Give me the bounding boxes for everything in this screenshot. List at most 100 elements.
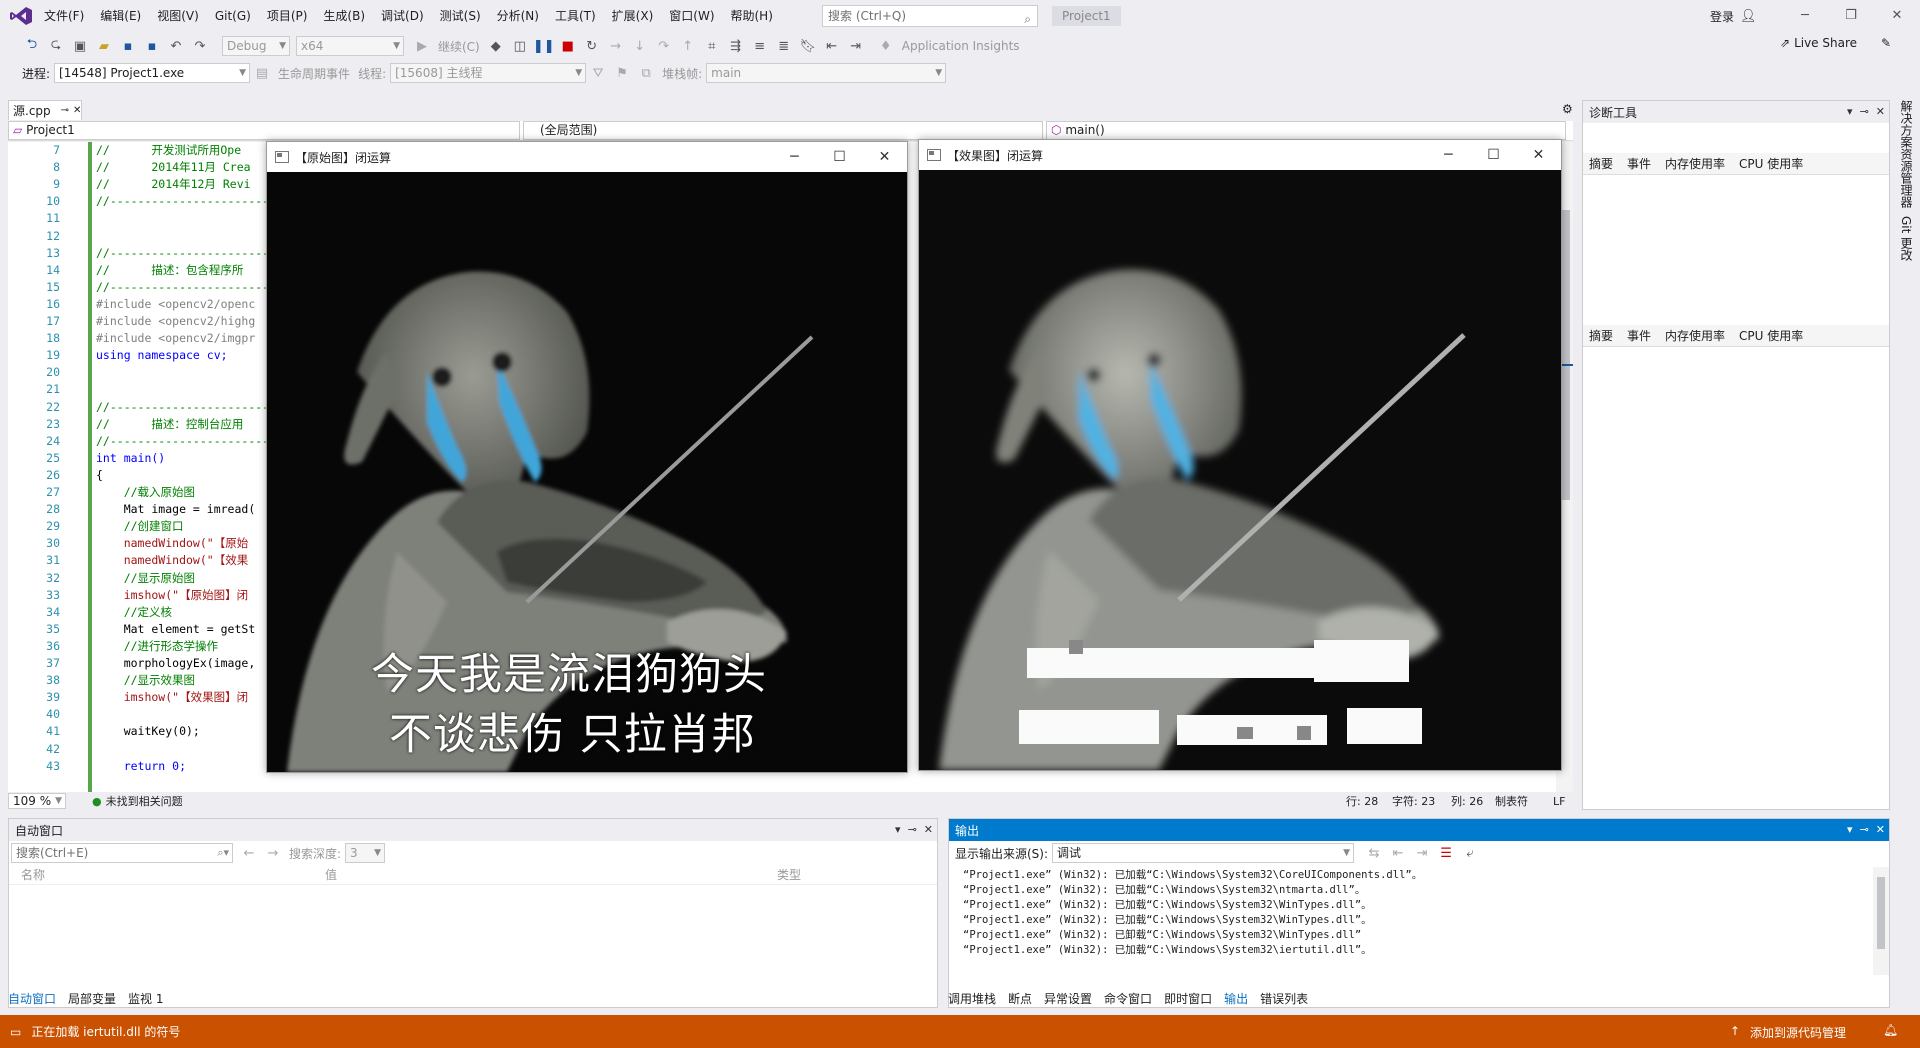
- lifecycle-events-button[interactable]: 生命周期事件: [278, 65, 350, 82]
- feedback-icon[interactable]: ✎: [1881, 36, 1891, 50]
- step-into-icon[interactable]: ↓: [630, 36, 650, 56]
- zoom-dropdown[interactable]: 109 % ▼: [8, 793, 66, 809]
- code-line[interactable]: Mat element = getSt: [96, 621, 256, 638]
- configuration-dropdown[interactable]: Debug ▼: [222, 36, 290, 56]
- col-type[interactable]: 类型: [777, 866, 801, 883]
- menu-item[interactable]: 工具(T): [547, 0, 604, 32]
- search-depth-dropdown[interactable]: 3 ▼: [345, 843, 386, 863]
- redo-icon[interactable]: ↷: [190, 36, 210, 56]
- stop-icon[interactable]: ■: [558, 36, 578, 56]
- forward-icon[interactable]: ⮎: [46, 36, 66, 56]
- code-line[interactable]: imshow("【效果图】闭: [96, 689, 248, 706]
- code-line[interactable]: //-----------------------: [96, 399, 269, 416]
- diagnostics-tab[interactable]: 摘要: [1589, 327, 1613, 344]
- code-line[interactable]: // 2014年12月 Revi: [96, 176, 251, 193]
- code-line[interactable]: namedWindow("【效果: [96, 552, 249, 569]
- restore-button[interactable]: ❐: [1828, 0, 1874, 32]
- debug-tab[interactable]: 异常设置: [1044, 990, 1092, 1007]
- find-message-icon[interactable]: ⇆: [1364, 843, 1384, 863]
- code-line[interactable]: //进行形态学操作: [96, 638, 218, 655]
- minimize-button[interactable]: ─: [772, 142, 817, 172]
- add-to-source-control-button[interactable]: 添加到源代码管理: [1750, 1024, 1846, 1041]
- pause-icon[interactable]: ❚❚: [533, 36, 555, 56]
- close-tab-icon[interactable]: ✕: [73, 102, 81, 120]
- original-image-window[interactable]: 【原始图】闭运算 ─ ☐ ✕ 今天我是流泪狗狗头 不谈悲伤 只拉肖邦: [266, 141, 908, 773]
- window-title-bar[interactable]: 【效果图】闭运算 ─ ☐ ✕: [919, 140, 1561, 170]
- show-next-statement-icon[interactable]: →: [606, 36, 626, 56]
- dropdown-icon[interactable]: ▾: [1847, 823, 1853, 836]
- code-line[interactable]: //-----------------------: [96, 193, 269, 210]
- play-icon[interactable]: ▶: [412, 36, 432, 56]
- output-text[interactable]: “Project1.exe” (Win32): 已加载“C:\Windows\S…: [949, 865, 1889, 965]
- next-message-icon[interactable]: ⇥: [1412, 843, 1432, 863]
- tab-source-cpp[interactable]: 源.cpp ⊸ ✕: [8, 100, 82, 120]
- upload-icon[interactable]: ↑: [1730, 1024, 1740, 1038]
- process-dropdown[interactable]: [14548] Project1.exe ▼: [54, 63, 251, 83]
- code-line[interactable]: //显示效果图: [96, 672, 195, 689]
- close-button[interactable]: ✕: [1516, 140, 1561, 170]
- live-share-button[interactable]: Live Share: [1794, 36, 1857, 50]
- minimize-button[interactable]: ─: [1782, 0, 1828, 32]
- diagnostics-tab[interactable]: 摘要: [1589, 155, 1613, 172]
- step-out-icon[interactable]: ↑: [678, 36, 698, 56]
- debug-tab[interactable]: 调用堆栈: [948, 990, 996, 1007]
- platform-dropdown[interactable]: x64 ▼: [296, 36, 404, 56]
- code-line[interactable]: int main(): [96, 450, 165, 467]
- debug-tab[interactable]: 错误列表: [1260, 990, 1308, 1007]
- code-line[interactable]: namedWindow("【原始: [96, 535, 249, 552]
- maximize-button[interactable]: ☐: [1471, 140, 1516, 170]
- settings-icon[interactable]: ⚙: [1562, 102, 1573, 116]
- bookmark-icon[interactable]: 🔖︎: [798, 36, 818, 56]
- autos-tab[interactable]: 监视 1: [128, 990, 163, 1007]
- col-value[interactable]: 值: [325, 866, 337, 883]
- threads-icon[interactable]: ⇶: [726, 36, 746, 56]
- hex-icon[interactable]: ⌗: [702, 36, 722, 56]
- login-link[interactable]: 登录: [1710, 8, 1734, 25]
- code-line[interactable]: #include <opencv2/openc: [96, 296, 255, 313]
- debug-tab[interactable]: 即时窗口: [1164, 990, 1212, 1007]
- code-line[interactable]: waitKey(0);: [96, 723, 200, 740]
- code-line[interactable]: {: [96, 467, 103, 484]
- menu-item[interactable]: 扩展(X): [604, 0, 662, 32]
- code-line[interactable]: //创建窗口: [96, 518, 184, 535]
- issues-status[interactable]: 未找到相关问题: [106, 793, 183, 809]
- menu-item[interactable]: 窗口(W): [661, 0, 722, 32]
- maximize-button[interactable]: ☐: [817, 142, 862, 172]
- save-all-icon[interactable]: ▪: [142, 36, 162, 56]
- dropdown-icon[interactable]: ▾: [895, 823, 901, 836]
- code-line[interactable]: //载入原始图: [96, 484, 195, 501]
- menu-item[interactable]: 项目(P): [259, 0, 316, 32]
- diagnostics-tab[interactable]: CPU 使用率: [1739, 327, 1803, 344]
- restart-icon[interactable]: ↻: [582, 36, 602, 56]
- autos-tab[interactable]: 自动窗口: [8, 990, 56, 1007]
- output-source-dropdown[interactable]: 调试 ▼: [1052, 843, 1355, 863]
- code-line[interactable]: // 开发测试所用Ope: [96, 142, 241, 159]
- filter-icon[interactable]: ⛛: [588, 63, 608, 83]
- back-icon[interactable]: ←: [239, 843, 259, 863]
- undo-icon[interactable]: ↶: [166, 36, 186, 56]
- output-scrollbar[interactable]: [1873, 867, 1889, 975]
- stack-frame-dropdown[interactable]: main ▼: [706, 63, 947, 83]
- stack-icon[interactable]: ⧉: [636, 63, 656, 83]
- menu-item[interactable]: 调试(D): [373, 0, 432, 32]
- menu-item[interactable]: 分析(N): [489, 0, 547, 32]
- prev-bookmark-icon[interactable]: ⇤: [822, 36, 842, 56]
- next-bookmark-icon[interactable]: ⇥: [846, 36, 866, 56]
- autos-tab[interactable]: 局部变量: [68, 990, 116, 1007]
- code-line[interactable]: // 描述：包含程序所: [96, 262, 243, 279]
- close-icon[interactable]: ✕: [924, 823, 933, 836]
- function-dropdown[interactable]: ⬡ main(): [1046, 121, 1566, 140]
- scrollbar-thumb[interactable]: [1877, 877, 1885, 949]
- open-file-icon[interactable]: ▰: [94, 36, 114, 56]
- save-icon[interactable]: ▪: [118, 36, 138, 56]
- back-icon[interactable]: ⮌: [22, 36, 42, 56]
- debug-tab[interactable]: 断点: [1008, 990, 1032, 1007]
- new-item-icon[interactable]: ▣: [70, 36, 90, 56]
- diagnostics-tab[interactable]: 内存使用率: [1665, 155, 1725, 172]
- line-ending-indicator[interactable]: LF: [1553, 795, 1565, 808]
- attach-icon[interactable]: ◆: [486, 36, 506, 56]
- flag-icon[interactable]: ⚑: [612, 63, 632, 83]
- code-line[interactable]: //-----------------------: [96, 245, 269, 262]
- diagnostics-tab[interactable]: 内存使用率: [1665, 327, 1725, 344]
- pin-icon[interactable]: ⊸: [908, 823, 917, 836]
